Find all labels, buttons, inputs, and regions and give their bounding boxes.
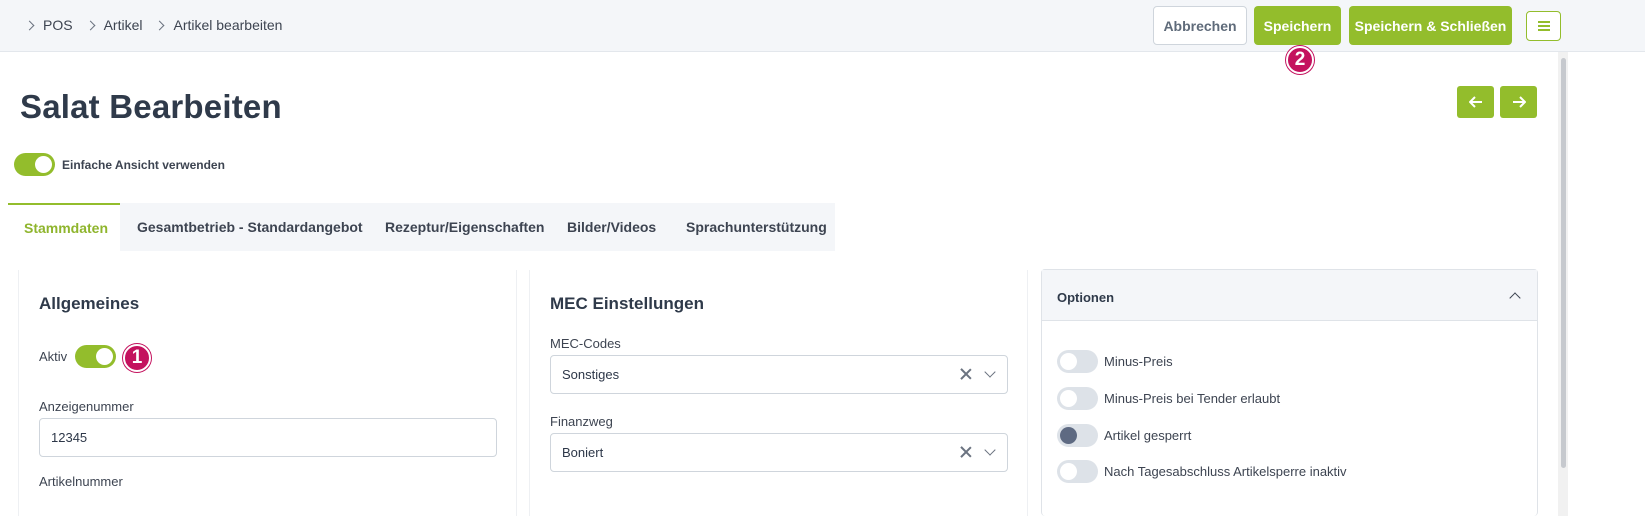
minus-price-tender-label: Minus-Preis bei Tender erlaubt bbox=[1104, 391, 1281, 406]
finance-label: Finanzweg bbox=[550, 414, 613, 429]
tab-rezeptur[interactable]: Rezeptur/Eigenschaften bbox=[368, 203, 551, 251]
page-title: Salat Bearbeiten bbox=[20, 88, 282, 125]
chevron-right-icon bbox=[155, 20, 165, 30]
marker-1: 1 bbox=[123, 344, 151, 372]
marker-2: 2 bbox=[1286, 46, 1314, 74]
chevron-up-icon[interactable] bbox=[1509, 292, 1521, 304]
display-number-input[interactable]: 12345 bbox=[39, 418, 497, 457]
breadcrumb: POS Artikel Artikel bearbeiten bbox=[24, 17, 294, 33]
finance-select[interactable]: Boniert bbox=[550, 433, 1008, 472]
display-number-label: Anzeigenummer bbox=[39, 399, 134, 414]
toggle-knob bbox=[1060, 427, 1077, 444]
arrow-right-icon bbox=[1512, 96, 1526, 108]
tab-stammdaten[interactable]: Stammdaten bbox=[8, 203, 120, 251]
toggle-knob bbox=[1060, 353, 1077, 370]
breadcrumb-pos[interactable]: POS bbox=[43, 17, 73, 33]
article-locked-toggle[interactable] bbox=[1057, 424, 1098, 447]
tab-sprachunterstuetzung[interactable]: Sprachunterstützung bbox=[669, 203, 835, 251]
article-number-label: Artikelnummer bbox=[39, 474, 123, 489]
active-toggle[interactable] bbox=[75, 345, 116, 368]
minus-price-toggle[interactable] bbox=[1057, 350, 1098, 373]
toggle-knob bbox=[35, 156, 52, 173]
chevron-right-icon bbox=[24, 20, 35, 30]
arrow-left-icon bbox=[1468, 96, 1482, 108]
clear-icon[interactable] bbox=[960, 446, 972, 458]
minus-price-tender-toggle[interactable] bbox=[1057, 387, 1098, 410]
day-close-lock-label: Nach Tagesabschluss Artikelsperre inakti… bbox=[1104, 464, 1347, 479]
menu-button[interactable] bbox=[1526, 11, 1561, 41]
top-bar: POS Artikel Artikel bearbeiten Abbrechen… bbox=[0, 0, 1645, 52]
article-locked-label: Artikel gesperrt bbox=[1104, 428, 1192, 443]
toggle-knob bbox=[1060, 390, 1077, 407]
chevron-right-icon bbox=[85, 20, 96, 30]
next-button[interactable] bbox=[1500, 86, 1537, 118]
toggle-knob bbox=[1060, 463, 1077, 480]
general-title: Allgemeines bbox=[39, 294, 140, 313]
save-close-button[interactable]: Speichern & Schließen bbox=[1349, 6, 1512, 45]
clear-icon[interactable] bbox=[960, 368, 972, 380]
simple-view-label: Einfache Ansicht verwenden bbox=[62, 158, 225, 172]
cancel-button[interactable]: Abbrechen bbox=[1153, 6, 1247, 45]
mec-codes-select[interactable]: Sonstiges bbox=[550, 355, 1008, 394]
breadcrumb-artikel[interactable]: Artikel bbox=[104, 17, 143, 33]
mec-codes-label: MEC-Codes bbox=[550, 336, 621, 351]
active-label: Aktiv bbox=[39, 349, 68, 364]
mec-title: MEC Einstellungen bbox=[550, 294, 704, 313]
toggle-knob bbox=[96, 348, 113, 365]
minus-price-label: Minus-Preis bbox=[1104, 354, 1173, 369]
simple-view-toggle[interactable] bbox=[14, 153, 55, 176]
save-button[interactable]: Speichern bbox=[1254, 6, 1341, 45]
tab-gesamtbetrieb[interactable]: Gesamtbetrieb - Standardangebot bbox=[120, 203, 368, 251]
tab-bilder[interactable]: Bilder/Videos bbox=[551, 203, 669, 251]
day-close-lock-toggle[interactable] bbox=[1057, 460, 1098, 483]
scrollbar-thumb[interactable] bbox=[1561, 58, 1566, 468]
breadcrumb-current: Artikel bearbeiten bbox=[173, 17, 283, 33]
options-title: Optionen bbox=[1057, 290, 1115, 305]
options-header[interactable]: Optionen bbox=[1042, 270, 1537, 321]
hamburger-icon bbox=[1537, 21, 1550, 31]
tab-bar: Stammdaten Gesamtbetrieb - Standardangeb… bbox=[8, 203, 835, 251]
previous-button[interactable] bbox=[1457, 86, 1494, 118]
